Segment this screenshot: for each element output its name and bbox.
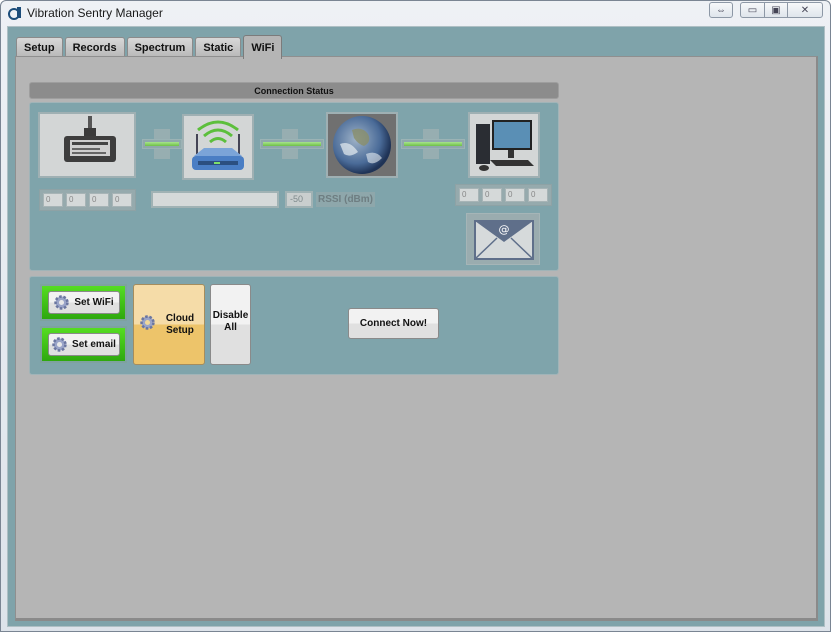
- computer-ip-octet-1[interactable]: 0: [459, 188, 479, 202]
- svg-text:@: @: [499, 223, 510, 236]
- computer-ip-octet-2[interactable]: 0: [482, 188, 502, 202]
- gear-icon: [54, 295, 70, 310]
- computer-ip-octet-3[interactable]: 0: [505, 188, 525, 202]
- email-status: @: [466, 213, 540, 265]
- client-area: Setup Records Spectrum Static WiFi Conne…: [7, 26, 825, 627]
- disable-all-button[interactable]: Disable All: [210, 284, 251, 365]
- sensor-router-link: [142, 129, 182, 159]
- gear-icon: [52, 337, 67, 352]
- earth-icon: [333, 116, 391, 174]
- tab-static[interactable]: Static: [195, 37, 242, 58]
- minimize-icon: ▭: [747, 4, 758, 16]
- minimize-button[interactable]: ▭: [740, 2, 765, 18]
- device-ip-octet-2[interactable]: 0: [66, 193, 86, 207]
- app-logo-icon: [8, 7, 21, 20]
- router-internet-link: [260, 129, 324, 159]
- cloud-setup-label: Cloud Setup: [165, 313, 195, 336]
- title-bar: Vibration Sentry Manager ⇔ ▭ ▣ ✕: [1, 1, 830, 26]
- close-button[interactable]: ✕: [787, 2, 823, 18]
- window-title: Vibration Sentry Manager: [27, 6, 163, 20]
- tab-wifi[interactable]: WiFi: [243, 35, 283, 59]
- device-ip-octet-4[interactable]: 0: [112, 193, 132, 207]
- rssi-label: RSSI (dBm): [316, 192, 375, 207]
- device-ip-address: 0 0 0 0: [39, 189, 136, 211]
- tab-records[interactable]: Records: [64, 37, 125, 58]
- computer-image: [468, 112, 540, 178]
- ssid-field[interactable]: [151, 191, 279, 208]
- computer-ip-address: 0 0 0 0: [455, 184, 552, 206]
- device-ip-octet-3[interactable]: 0: [89, 193, 109, 207]
- set-email-status: Set email: [40, 326, 127, 363]
- wifi-tab-page: Connection Status 0 0 0 0 -50 RSSI (dBm)…: [15, 56, 818, 621]
- set-wifi-label: Set WiFi: [74, 296, 114, 308]
- internet-computer-link: [401, 129, 465, 159]
- set-email-label: Set email: [72, 338, 116, 350]
- link-status-bar: [145, 142, 179, 146]
- set-email-button[interactable]: Set email: [47, 333, 120, 356]
- rssi-value: -50: [285, 191, 313, 208]
- wifi-router-image: [182, 114, 254, 180]
- email-envelope-icon: @: [474, 220, 534, 260]
- link-status-bar: [404, 142, 462, 146]
- cloud-setup-button[interactable]: Cloud Setup: [133, 284, 205, 365]
- tab-spectrum[interactable]: Spectrum: [126, 37, 194, 58]
- connect-now-button[interactable]: Connect Now!: [348, 308, 439, 339]
- resize-icon: ⇔: [716, 4, 726, 16]
- sensor-icon: [64, 116, 116, 162]
- connection-status-header: Connection Status: [29, 82, 559, 99]
- router-icon: [192, 120, 244, 170]
- resize-button[interactable]: ⇔: [709, 2, 733, 18]
- computer-icon: [476, 120, 534, 171]
- maximize-button[interactable]: ▣: [764, 2, 788, 18]
- tab-setup[interactable]: Setup: [16, 37, 63, 58]
- actions-panel: Set WiFi Set email Cloud Setup Disable A…: [29, 276, 559, 375]
- device-ip-octet-1[interactable]: 0: [43, 193, 63, 207]
- gear-icon: [140, 315, 155, 330]
- close-icon: ✕: [800, 4, 810, 16]
- set-wifi-button[interactable]: Set WiFi: [47, 291, 120, 314]
- tab-bar: Setup Records Spectrum Static WiFi: [16, 34, 284, 59]
- maximize-icon: ▣: [771, 4, 781, 16]
- link-status-bar: [263, 142, 321, 146]
- computer-ip-octet-4[interactable]: 0: [528, 188, 548, 202]
- connection-status-panel: 0 0 0 0 -50 RSSI (dBm) 0 0 0 0 @: [29, 102, 559, 271]
- internet-earth-image: [326, 112, 398, 178]
- app-window: Vibration Sentry Manager ⇔ ▭ ▣ ✕ Setup R…: [0, 0, 831, 632]
- sensor-device-image: [38, 112, 136, 178]
- set-wifi-status: Set WiFi: [40, 284, 127, 321]
